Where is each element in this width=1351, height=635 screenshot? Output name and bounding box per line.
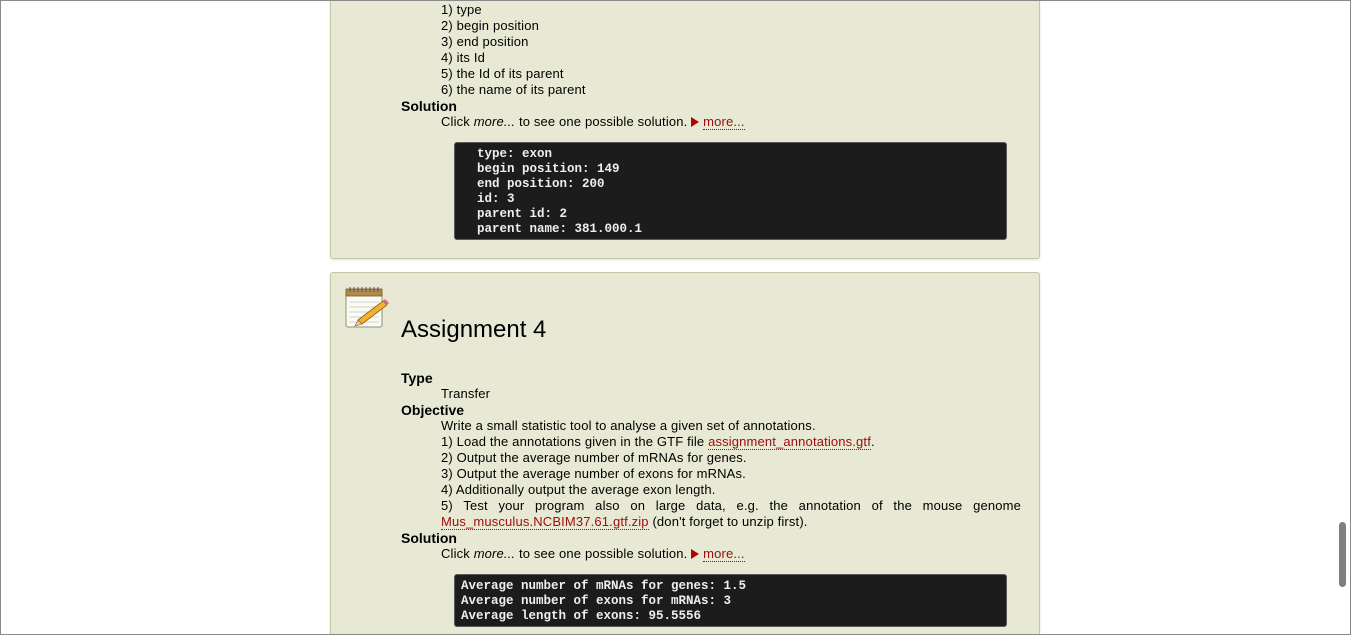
objective-item-3: 3) end position [441, 34, 529, 49]
objective-item-1: 1) type [441, 2, 482, 17]
type-label: Type [401, 370, 433, 386]
objective-item-6: 6) the name of its parent [441, 82, 586, 97]
expand-triangle-icon [691, 549, 700, 559]
solution-prefix: Click [441, 546, 470, 561]
solution-more-word: more... [473, 546, 516, 561]
assignment-3-box: 1) type 2) begin position 3) end positio… [330, 1, 1040, 259]
expand-triangle-icon [691, 117, 700, 127]
objective-item-4: 4) its Id [441, 50, 485, 65]
code-line: begin position: 149 [477, 162, 620, 176]
objective-label: Objective [401, 402, 465, 418]
vertical-scrollbar[interactable] [1337, 1, 1349, 634]
notepad-pencil-icon [345, 287, 389, 328]
type-value: Transfer [441, 386, 491, 401]
solution-code-block: Average number of mRNAs for genes: 1.5 A… [454, 574, 1007, 627]
solution-suffix: to see one possible solution. [518, 546, 688, 561]
code-line: parent id: 2 [477, 207, 568, 221]
item1-text: 1) Load the annotations given in the GTF… [441, 434, 705, 449]
objective-item-2: 2) Output the average number of mRNAs fo… [441, 450, 747, 465]
more-link[interactable]: more... [703, 114, 745, 130]
solution-code-block: type: exon begin position: 149 end posit… [454, 142, 1007, 240]
solution-label: Solution [401, 530, 457, 546]
objective-intro: Write a small statistic tool to analyse … [441, 418, 816, 433]
scrollbar-thumb[interactable] [1339, 522, 1346, 587]
browser-viewport: 1) type 2) begin position 3) end positio… [0, 0, 1351, 635]
solution-prefix: Click [441, 114, 470, 129]
code-line: Average number of mRNAs for genes: 1.5 [461, 579, 747, 593]
objective-item-1: 1) Load the annotations given in the GTF… [441, 434, 875, 450]
assignment-4-box: Assignment 4 Type Transfer Objective Wri… [330, 272, 1040, 634]
mouse-genome-zip-link[interactable]: Mus_musculus.NCBIM37.61.gtf.zip [441, 514, 649, 530]
code-line: Average number of exons for mRNAs: 3 [461, 594, 732, 608]
code-line: type: exon [477, 147, 553, 161]
objective-item-3: 3) Output the average number of exons fo… [441, 466, 746, 481]
objective-item-2: 2) begin position [441, 18, 539, 33]
code-line: end position: 200 [477, 177, 605, 191]
item5-suffix: (don't forget to unzip first). [652, 514, 808, 529]
solution-more-word: more... [473, 114, 516, 129]
solution-suffix: to see one possible solution. [518, 114, 688, 129]
code-line: parent name: 381.000.1 [477, 222, 643, 236]
more-link[interactable]: more... [703, 546, 745, 562]
objective-item-5-continued: Mus_musculus.NCBIM37.61.gtf.zip (don't f… [441, 514, 808, 530]
assignment-title: Assignment 4 [401, 316, 547, 343]
solution-text: Click more... to see one possible soluti… [441, 114, 745, 130]
code-line: id: 3 [477, 192, 515, 206]
objective-item-4: 4) Additionally output the average exon … [441, 482, 716, 497]
solution-label: Solution [401, 98, 457, 114]
solution-text: Click more... to see one possible soluti… [441, 546, 745, 562]
objective-item-5: 5) the Id of its parent [441, 66, 564, 81]
item1-suffix: . [870, 434, 875, 449]
annotations-gtf-link[interactable]: assignment_annotations.gtf [708, 434, 871, 450]
code-line: Average length of exons: 95.5556 [461, 609, 702, 623]
objective-item-5: 5) Test your program also on large data,… [441, 498, 1021, 513]
